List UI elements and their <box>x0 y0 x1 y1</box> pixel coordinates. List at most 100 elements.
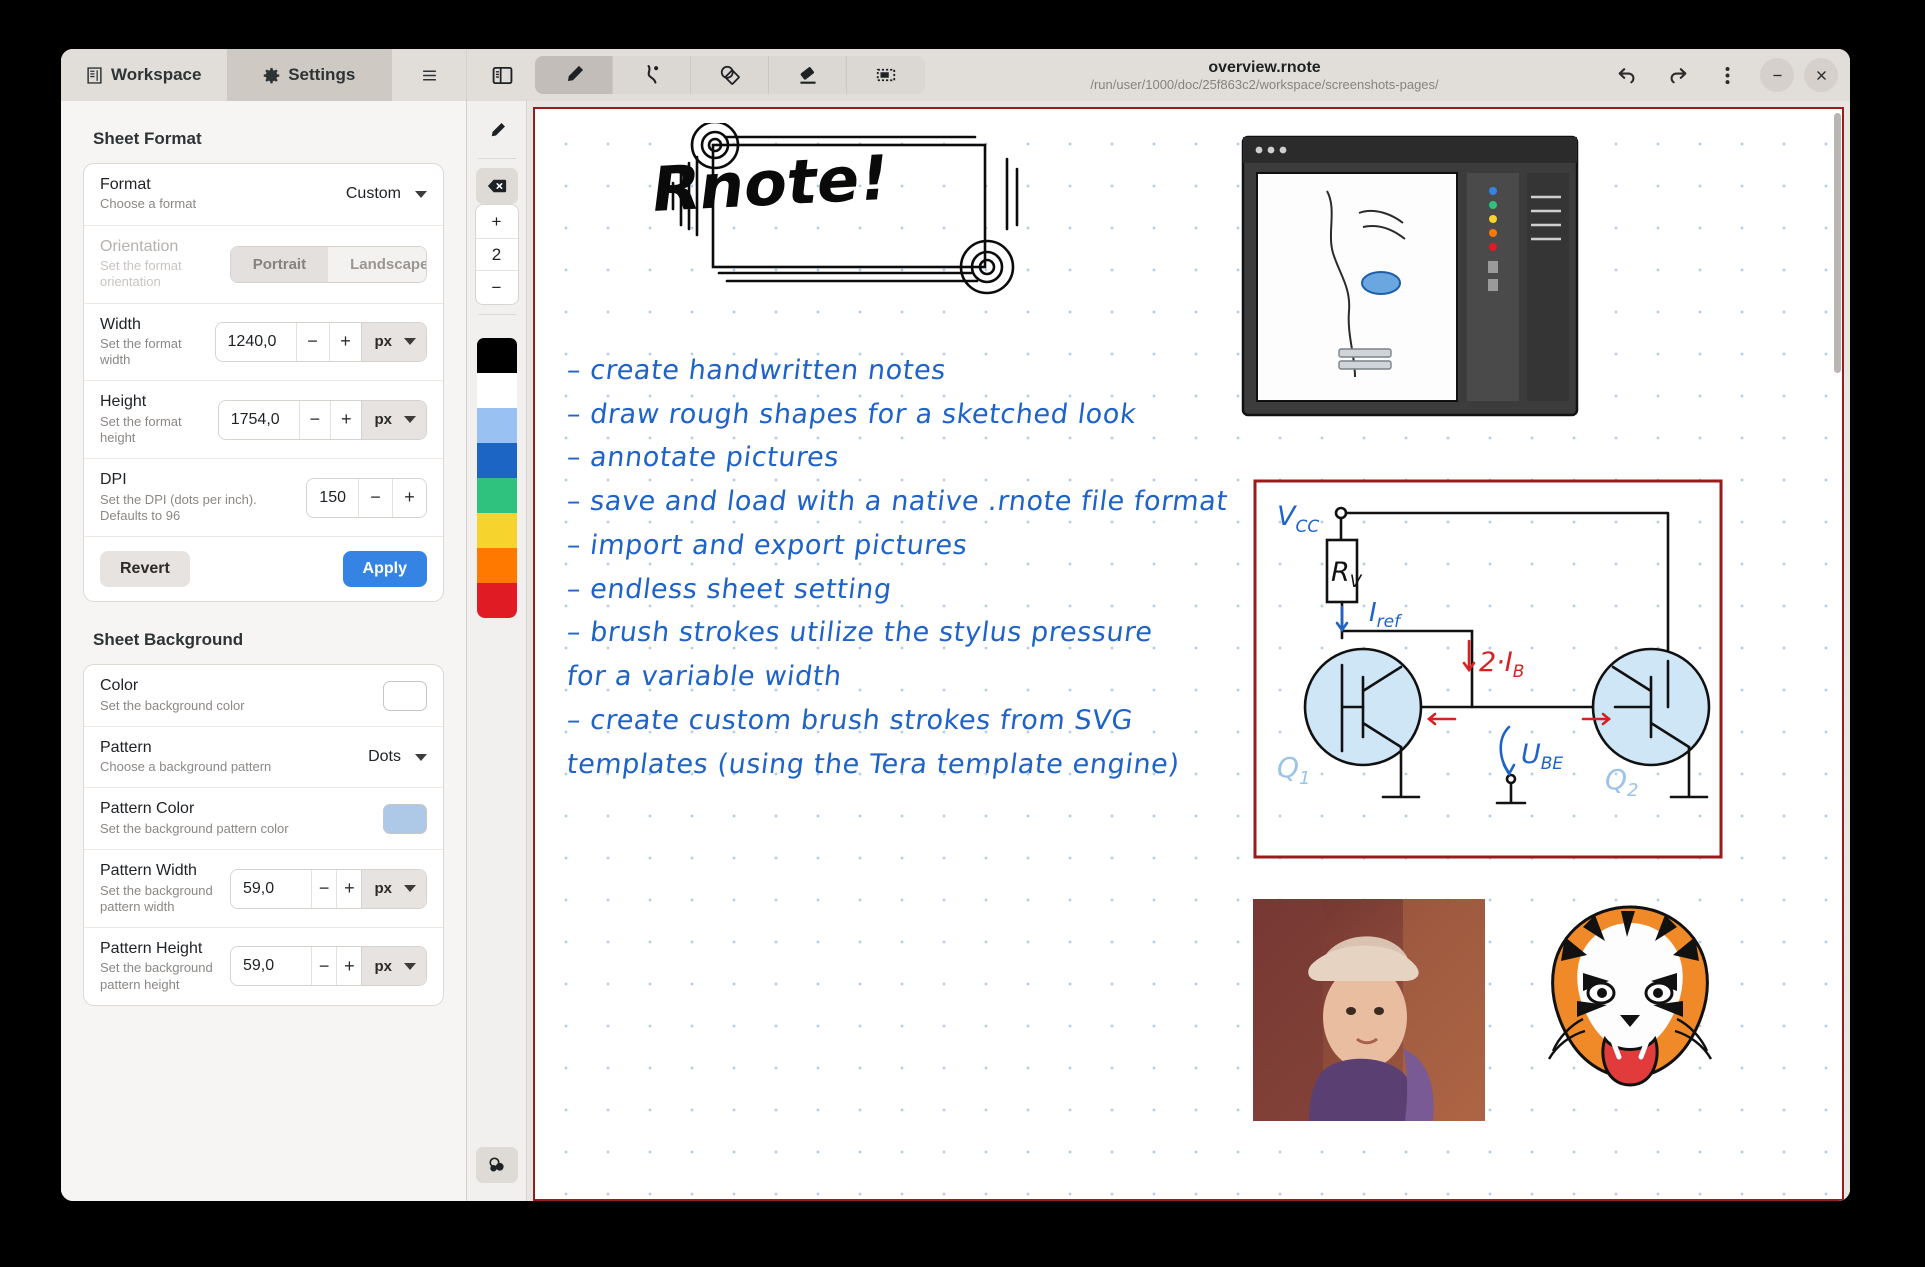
height-increment[interactable]: + <box>330 401 361 439</box>
eraser-mode-button[interactable] <box>476 168 518 204</box>
pattern-width-decrement[interactable]: − <box>311 870 336 908</box>
pen-icon <box>487 121 507 141</box>
color-swatch-black[interactable] <box>477 338 517 373</box>
format-label: Format <box>100 176 196 194</box>
format-actions: Revert Apply <box>84 537 443 601</box>
dpi-decrement[interactable]: − <box>358 479 392 517</box>
stepper-increment[interactable]: + <box>476 205 518 238</box>
shaper-tool[interactable] <box>613 56 691 94</box>
apply-button[interactable]: Apply <box>343 551 427 587</box>
pattern-width-unit-dropdown[interactable]: px <box>361 870 426 908</box>
row-format[interactable]: Format Choose a format Custom <box>84 164 443 226</box>
orientation-portrait[interactable]: Portrait <box>231 247 328 282</box>
rnote-logo-text: Rnote! <box>648 141 893 226</box>
color-swatch-red[interactable] <box>477 583 517 618</box>
width-unit: px <box>374 333 392 350</box>
width-value[interactable]: 1240,0 <box>216 323 296 361</box>
pattern-width-label: Pattern Width <box>100 862 230 880</box>
minimize-button[interactable] <box>1760 58 1794 92</box>
height-unit-dropdown[interactable]: px <box>361 401 426 439</box>
tab-settings-label: Settings <box>288 65 355 85</box>
bg-pattern-color-swatch[interactable] <box>383 804 427 834</box>
divider <box>478 314 516 315</box>
bg-pattern-dropdown[interactable]: Dots <box>368 748 427 766</box>
height-value[interactable]: 1754,0 <box>219 401 299 439</box>
pattern-height-sub: Set the background pattern height <box>100 960 230 993</box>
tab-settings[interactable]: Settings <box>227 49 393 101</box>
chevron-down-icon <box>404 885 416 892</box>
inserted-photo-portrait[interactable] <box>1253 899 1485 1121</box>
panel-tabbar: Workspace Settings <box>61 49 466 101</box>
typewriter-tool[interactable] <box>691 56 769 94</box>
row-orientation: Orientation Set the format orientation P… <box>84 226 443 304</box>
settings-scroll-area[interactable]: Sheet Format Format Choose a format Cust… <box>61 101 466 1201</box>
pattern-height-decrement[interactable]: − <box>311 947 336 985</box>
pattern-height-spinner[interactable]: 59,0 − + px <box>230 946 427 986</box>
revert-button[interactable]: Revert <box>100 551 190 587</box>
bg-pattern-color-label: Pattern Color <box>100 800 289 818</box>
handwritten-bullet: – annotate pictures <box>564 436 1804 480</box>
format-value: Custom <box>346 185 401 203</box>
redo-button[interactable] <box>1654 56 1700 94</box>
selection-icon <box>875 64 897 86</box>
height-spinner[interactable]: 1754,0 − + px <box>218 400 427 440</box>
orientation-segmented[interactable]: Portrait Landscape <box>230 246 427 283</box>
width-decrement[interactable]: − <box>296 323 329 361</box>
color-swatch-white[interactable] <box>477 373 517 408</box>
tab-workspace[interactable]: Workspace <box>61 49 227 101</box>
stepper-decrement[interactable]: − <box>476 271 518 304</box>
pattern-height-unit-dropdown[interactable]: px <box>361 947 426 985</box>
window-body: Workspace Settings Sheet Format <box>61 49 1850 1201</box>
color-swatch-yellow[interactable] <box>477 513 517 548</box>
hamburger-icon <box>421 67 438 84</box>
workspace-icon <box>86 67 103 84</box>
width-unit-dropdown[interactable]: px <box>361 323 426 361</box>
pattern-width-spinner[interactable]: 59,0 − + px <box>230 869 427 909</box>
color-swatch-green[interactable] <box>477 478 517 513</box>
pen-style-button[interactable] <box>476 113 518 149</box>
palette-settings-button[interactable] <box>476 1147 518 1183</box>
row-bg-pattern: Pattern Choose a background pattern Dots <box>84 727 443 789</box>
color-swatch-orange[interactable] <box>477 548 517 583</box>
pattern-height-increment[interactable]: + <box>336 947 361 985</box>
note-sheet[interactable]: Rnote! <box>533 107 1844 1201</box>
dpi-increment[interactable]: + <box>392 479 426 517</box>
shapes-overlap-icon <box>719 64 741 86</box>
main-menu-button[interactable] <box>1704 56 1750 94</box>
orientation-sub: Set the format orientation <box>100 258 230 291</box>
dpi-spinner[interactable]: 150 − + <box>306 478 427 518</box>
undo-button[interactable] <box>1604 56 1650 94</box>
canvas-viewport[interactable]: Rnote! <box>527 101 1850 1201</box>
pattern-width-increment[interactable]: + <box>336 870 361 908</box>
brush-pen-tool[interactable] <box>535 56 613 94</box>
pattern-width-unit: px <box>374 880 392 897</box>
width-spinner[interactable]: 1240,0 − + px <box>215 322 427 362</box>
orientation-label: Orientation <box>100 238 230 256</box>
dpi-value[interactable]: 150 <box>307 479 358 517</box>
circuit-label-q1: Q1 <box>1277 751 1311 789</box>
format-dropdown[interactable]: Custom <box>346 185 427 203</box>
bg-color-swatch[interactable] <box>383 681 427 711</box>
height-label: Height <box>100 393 218 411</box>
height-decrement[interactable]: − <box>299 401 330 439</box>
orientation-landscape[interactable]: Landscape <box>328 247 427 282</box>
bg-color-sub: Set the background color <box>100 698 245 714</box>
selector-tool[interactable] <box>847 56 925 94</box>
close-button[interactable] <box>1804 58 1838 92</box>
pattern-width-value[interactable]: 59,0 <box>231 870 311 908</box>
bg-pattern-value: Dots <box>368 748 401 766</box>
color-palette[interactable] <box>477 338 517 618</box>
pen-icon <box>563 64 585 86</box>
sidebar-toggle-button[interactable] <box>479 56 525 94</box>
pen-width-stepper[interactable]: + 2 − <box>475 204 519 305</box>
width-sub: Set the format width <box>100 336 215 369</box>
row-dpi: DPI Set the DPI (dots per inch). Default… <box>84 459 443 537</box>
width-increment[interactable]: + <box>329 323 362 361</box>
eraser-tool[interactable] <box>769 56 847 94</box>
panel-menu-button[interactable] <box>392 49 466 101</box>
color-swatch-blue[interactable] <box>477 443 517 478</box>
inserted-photo-tiger[interactable] <box>1525 889 1735 1129</box>
color-swatch-light-blue[interactable] <box>477 408 517 443</box>
canvas-scrollbar[interactable] <box>1834 113 1841 373</box>
pattern-height-value[interactable]: 59,0 <box>231 947 311 985</box>
